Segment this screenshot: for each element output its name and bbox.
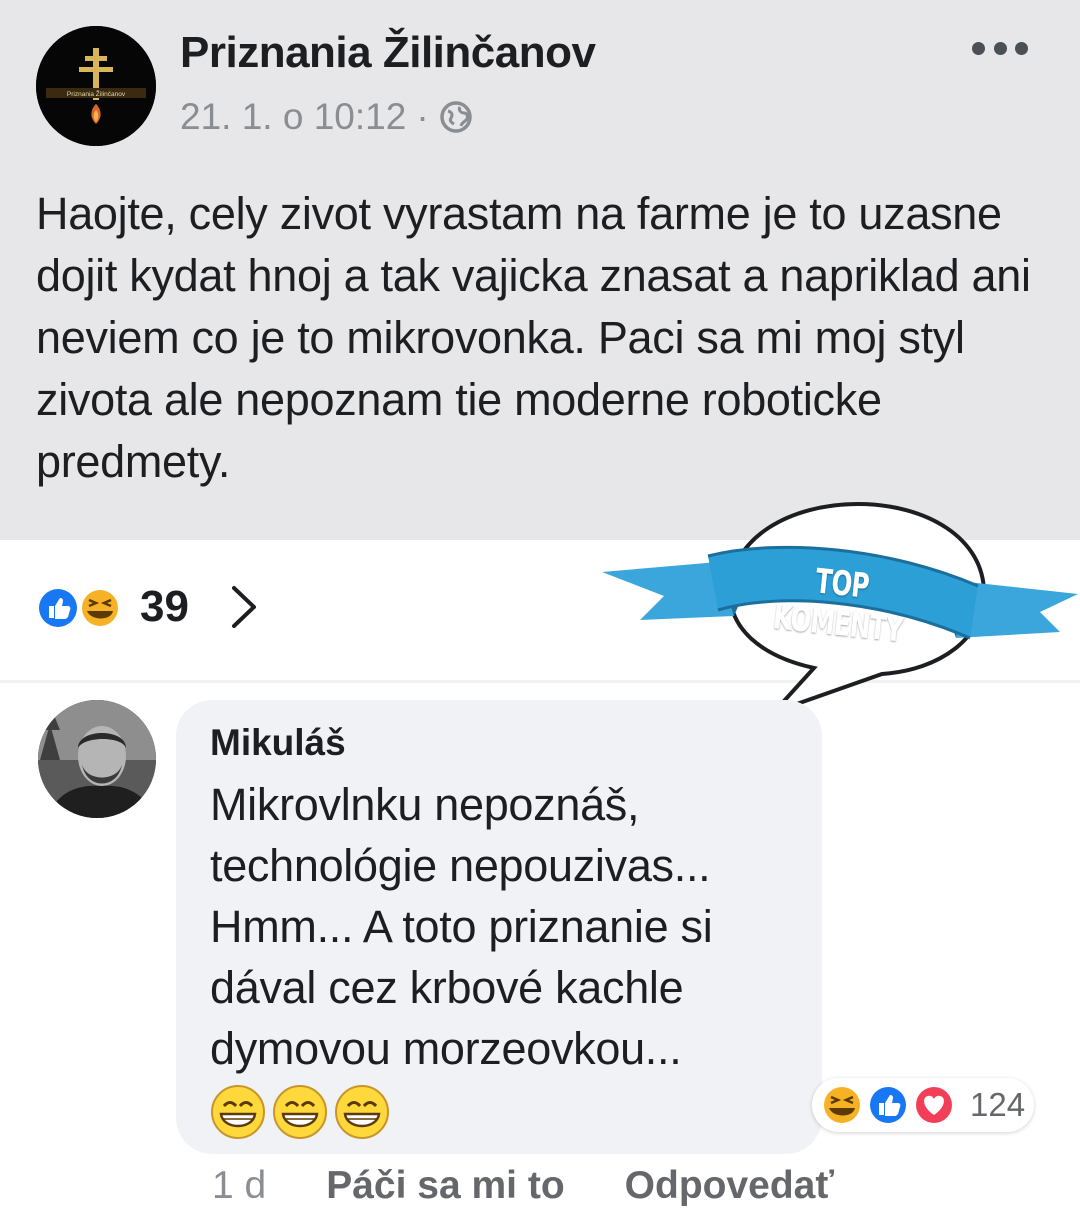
comment-time[interactable]: 1 d	[212, 1164, 266, 1208]
post-text: Haojte, cely zivot vyrastam na farme je …	[36, 188, 1031, 487]
post-reaction-icons[interactable]	[34, 583, 134, 633]
comment-emojis	[210, 1084, 390, 1140]
haha-icon	[79, 587, 121, 629]
chevron-right-icon[interactable]	[226, 582, 262, 632]
double-cross-logo-icon: Priznania Žilinčanov	[36, 26, 156, 146]
globe-icon	[439, 100, 473, 134]
top-comments-label: TOP KOMENTY	[771, 561, 905, 651]
page-name[interactable]: Priznania Žilinčanov	[180, 28, 596, 78]
grin-icon	[211, 1085, 265, 1139]
reaction-count[interactable]: 39	[140, 582, 189, 632]
comment-reactions[interactable]: 124	[812, 1078, 1034, 1132]
avatar-text: Priznania Žilinčanov	[67, 89, 126, 98]
reply-button[interactable]: Odpovedať	[625, 1164, 834, 1208]
comment-author[interactable]: Mikuláš	[210, 722, 346, 764]
meta-separator: ·	[416, 96, 429, 137]
comment-reaction-count: 124	[970, 1086, 1026, 1123]
grin-icon	[335, 1085, 389, 1139]
person-photo-icon	[38, 700, 156, 818]
like-button[interactable]: Páči sa mi to	[326, 1164, 564, 1208]
post-timestamp[interactable]: 21. 1. o 10:12	[180, 96, 406, 138]
comment-actions: 1 d Páči sa mi to Odpovedať	[212, 1164, 834, 1208]
page-avatar[interactable]: Priznania Žilinčanov	[36, 26, 156, 146]
commenter-avatar[interactable]	[38, 700, 156, 818]
like-icon	[867, 1084, 909, 1126]
comment-text: Mikrovlnku nepoznáš, technológie nepouzi…	[210, 779, 713, 1074]
grin-icon	[273, 1085, 327, 1139]
more-options-icon[interactable]	[972, 36, 1028, 60]
love-icon	[913, 1084, 955, 1126]
post-meta: 21. 1. o 10:12 ·	[180, 96, 473, 138]
haha-icon	[821, 1084, 863, 1126]
like-icon	[36, 586, 80, 630]
top-comments-badge: TOP KOMENTY	[600, 498, 1080, 718]
